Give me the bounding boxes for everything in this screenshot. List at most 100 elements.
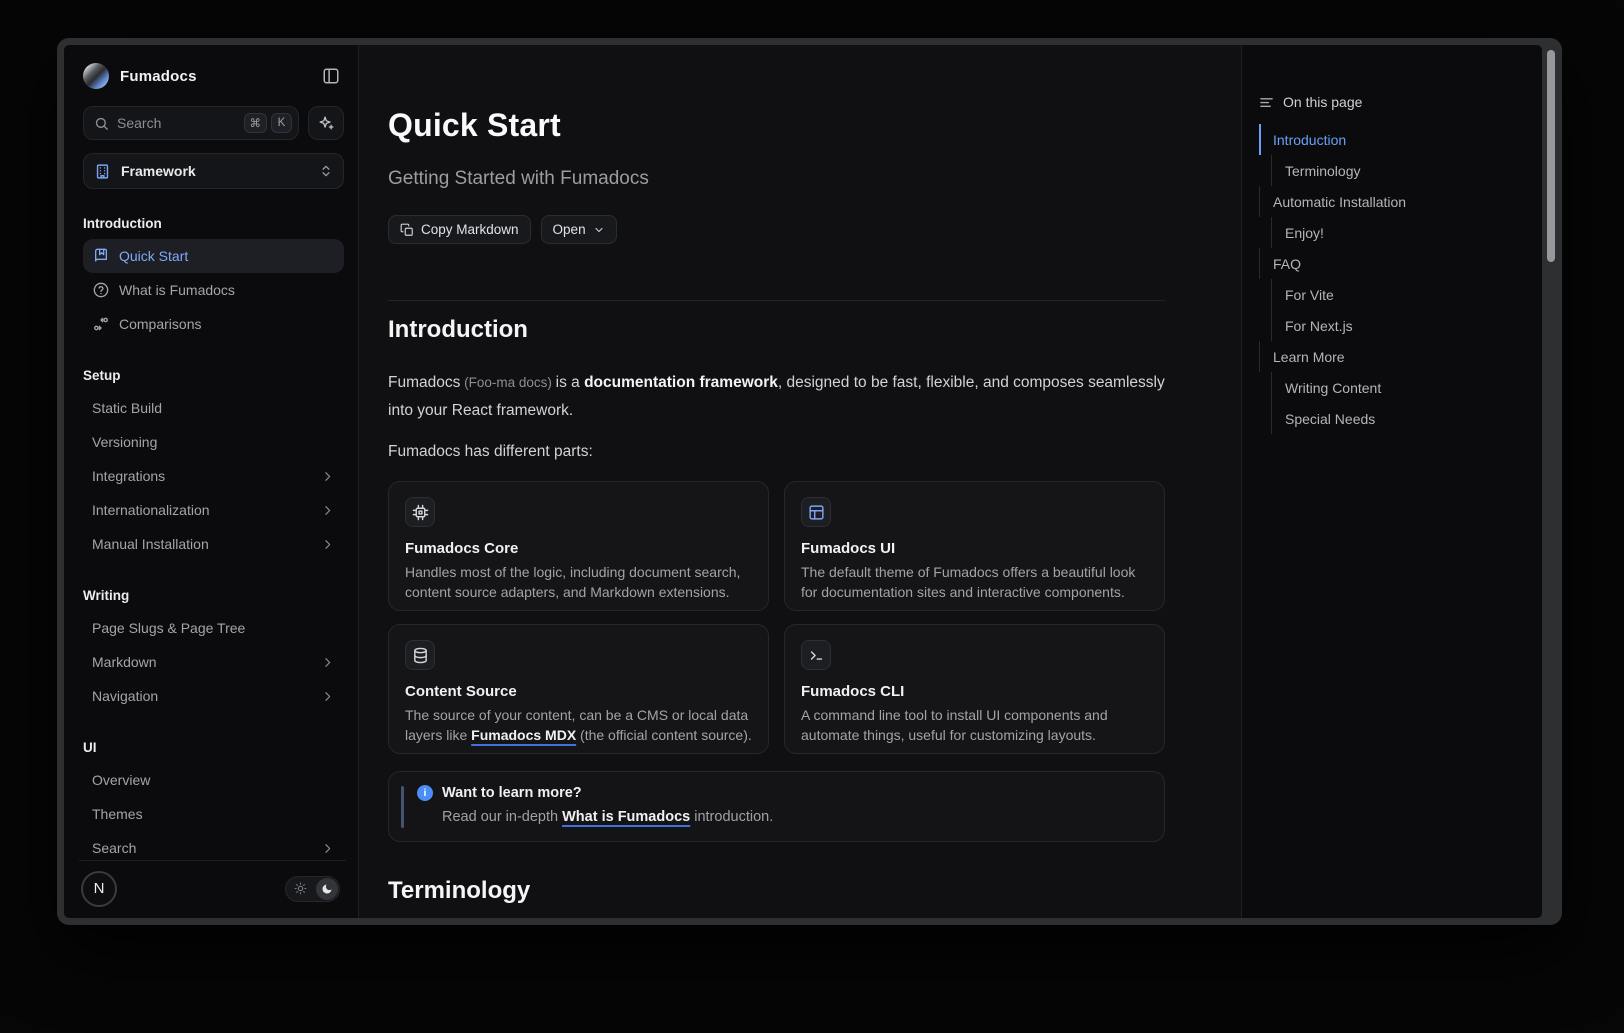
ai-assistant-button[interactable] — [308, 106, 344, 140]
sidebar-item-integrations[interactable]: Integrations — [83, 459, 344, 493]
sidebar-footer: N — [79, 860, 346, 918]
card-content-source[interactable]: Content Source The source of your conten… — [388, 624, 769, 754]
toc-item-terminology[interactable]: Terminology — [1271, 155, 1542, 186]
search-input[interactable]: Search ⌘ K — [83, 106, 299, 140]
sidebar-item-navigation[interactable]: Navigation — [83, 679, 344, 713]
search-icon — [94, 116, 109, 131]
open-dropdown-button[interactable]: Open — [541, 215, 617, 244]
sidebar-item-label: Themes — [92, 806, 143, 822]
search-placeholder: Search — [117, 115, 161, 131]
database-icon — [405, 640, 435, 670]
sidebar-collapse-button[interactable] — [318, 63, 344, 89]
moon-icon — [316, 878, 338, 900]
chevron-right-icon — [321, 656, 334, 669]
toc-item-introduction[interactable]: Introduction — [1259, 124, 1542, 155]
framework-select[interactable]: Framework — [83, 153, 344, 189]
sidebar-item-label: Navigation — [92, 688, 158, 704]
building-icon — [94, 163, 111, 180]
intro-fumadocs: Fumadocs — [388, 374, 460, 391]
sidebar-item-themes[interactable]: Themes — [83, 797, 344, 831]
sidebar-item-internationalization[interactable]: Internationalization — [83, 493, 344, 527]
sidebar-item-static-build[interactable]: Static Build — [83, 391, 344, 425]
nav-heading-ui: UI — [83, 737, 344, 757]
browser-window: Fumadocs Search ⌘ K — [57, 38, 1562, 925]
app-root: Fumadocs Search ⌘ K — [64, 45, 1542, 918]
sun-icon — [294, 882, 307, 895]
terminology-heading: Terminology — [388, 877, 1165, 905]
card-fumadocs-core[interactable]: Fumadocs Core Handles most of the logic,… — [388, 481, 769, 611]
intro-isa: is a — [556, 374, 584, 391]
fumadocs-mdx-link[interactable]: Fumadocs MDX — [471, 727, 576, 743]
chevron-right-icon — [321, 690, 334, 703]
section-divider — [388, 300, 1165, 301]
toc-item-for-vite[interactable]: For Vite — [1271, 279, 1542, 310]
sidebar-item-page-slugs[interactable]: Page Slugs & Page Tree — [83, 611, 344, 645]
toc-label: On this page — [1283, 94, 1362, 110]
card-desc-post: (the official content source). — [576, 727, 752, 743]
sidebar-item-label: Quick Start — [119, 248, 188, 264]
copy-markdown-label: Copy Markdown — [421, 222, 519, 237]
card-desc: The default theme of Fumadocs offers a b… — [801, 563, 1148, 602]
sidebar-item-label: Manual Installation — [92, 536, 209, 552]
sidebar-item-label: Static Build — [92, 400, 162, 416]
intro-paragraph: Fumadocs (Foo-ma docs) is a documentatio… — [388, 369, 1165, 424]
open-label: Open — [553, 222, 586, 237]
toc-item-special-needs[interactable]: Special Needs — [1271, 403, 1542, 434]
callout-text: Read our in-depth What is Fumadocs intro… — [442, 809, 773, 825]
terminal-icon — [801, 640, 831, 670]
callout-post: introduction. — [690, 809, 773, 825]
card-desc: A command line tool to install UI compon… — [801, 706, 1148, 745]
sidebar-item-label: Versioning — [92, 434, 157, 450]
sidebar-item-what-is-fumadocs[interactable]: What is Fumadocs — [83, 273, 344, 307]
nav-heading-writing: Writing — [83, 585, 344, 605]
card-fumadocs-cli[interactable]: Fumadocs CLI A command line tool to inst… — [784, 624, 1165, 754]
intro-pronunciation: (Foo-ma docs) — [460, 375, 555, 390]
sidebar-item-search[interactable]: Search — [83, 831, 344, 860]
panel-left-icon — [322, 67, 340, 85]
card-title: Content Source — [405, 683, 752, 700]
toc-item-writing-content[interactable]: Writing Content — [1271, 372, 1542, 403]
sidebar-item-manual-installation[interactable]: Manual Installation — [83, 527, 344, 561]
sidebar-item-label: What is Fumadocs — [119, 282, 235, 298]
layout-icon — [801, 497, 831, 527]
avatar[interactable]: N — [81, 871, 117, 907]
toc-list: Introduction Terminology Automatic Insta… — [1259, 124, 1542, 434]
card-desc: The source of your content, can be a CMS… — [405, 706, 752, 745]
card-title: Fumadocs Core — [405, 540, 752, 557]
page-subtitle: Getting Started with Fumadocs — [388, 168, 1165, 190]
page-title: Quick Start — [388, 107, 1165, 144]
toc-item-faq[interactable]: FAQ — [1259, 248, 1542, 279]
toc-item-enjoy[interactable]: Enjoy! — [1271, 217, 1542, 248]
sidebar-item-quick-start[interactable]: Quick Start — [83, 239, 344, 273]
toc-item-learn-more[interactable]: Learn More — [1259, 341, 1542, 372]
brand-name: Fumadocs — [120, 68, 197, 85]
window-scrollbar[interactable] — [1547, 50, 1555, 262]
chevron-right-icon — [321, 842, 334, 855]
chevron-right-icon — [321, 538, 334, 551]
intro-bold: documentation framework — [584, 374, 778, 391]
sidebar-item-markdown[interactable]: Markdown — [83, 645, 344, 679]
kbd-k: K — [271, 113, 292, 133]
brand-row: Fumadocs — [83, 62, 344, 90]
info-icon: i — [417, 785, 433, 801]
framework-select-value: Framework — [121, 163, 196, 179]
sidebar-item-overview[interactable]: Overview — [83, 763, 344, 797]
theme-toggle[interactable] — [285, 876, 340, 902]
cpu-icon — [405, 497, 435, 527]
what-is-fumadocs-link[interactable]: What is Fumadocs — [562, 809, 690, 825]
copy-markdown-button[interactable]: Copy Markdown — [388, 215, 531, 244]
sidebar-item-versioning[interactable]: Versioning — [83, 425, 344, 459]
sidebar-item-label: Markdown — [92, 654, 157, 670]
toc-label-row: On this page — [1259, 93, 1542, 111]
card-fumadocs-ui[interactable]: Fumadocs UI The default theme of Fumadoc… — [784, 481, 1165, 611]
sidebar-item-label: Overview — [92, 772, 150, 788]
info-callout: i Want to learn more? Read our in-depth … — [388, 771, 1165, 842]
callout-title: Want to learn more? — [442, 785, 582, 801]
chevron-right-icon — [321, 504, 334, 517]
chevron-down-icon — [593, 224, 605, 236]
toc-item-automatic-installation[interactable]: Automatic Installation — [1259, 186, 1542, 217]
circle-help-icon — [92, 282, 109, 298]
sidebar-nav: Introduction Quick Start What is Fumadoc… — [83, 189, 344, 860]
sidebar-item-comparisons[interactable]: Comparisons — [83, 307, 344, 341]
toc-item-for-nextjs[interactable]: For Next.js — [1271, 310, 1542, 341]
